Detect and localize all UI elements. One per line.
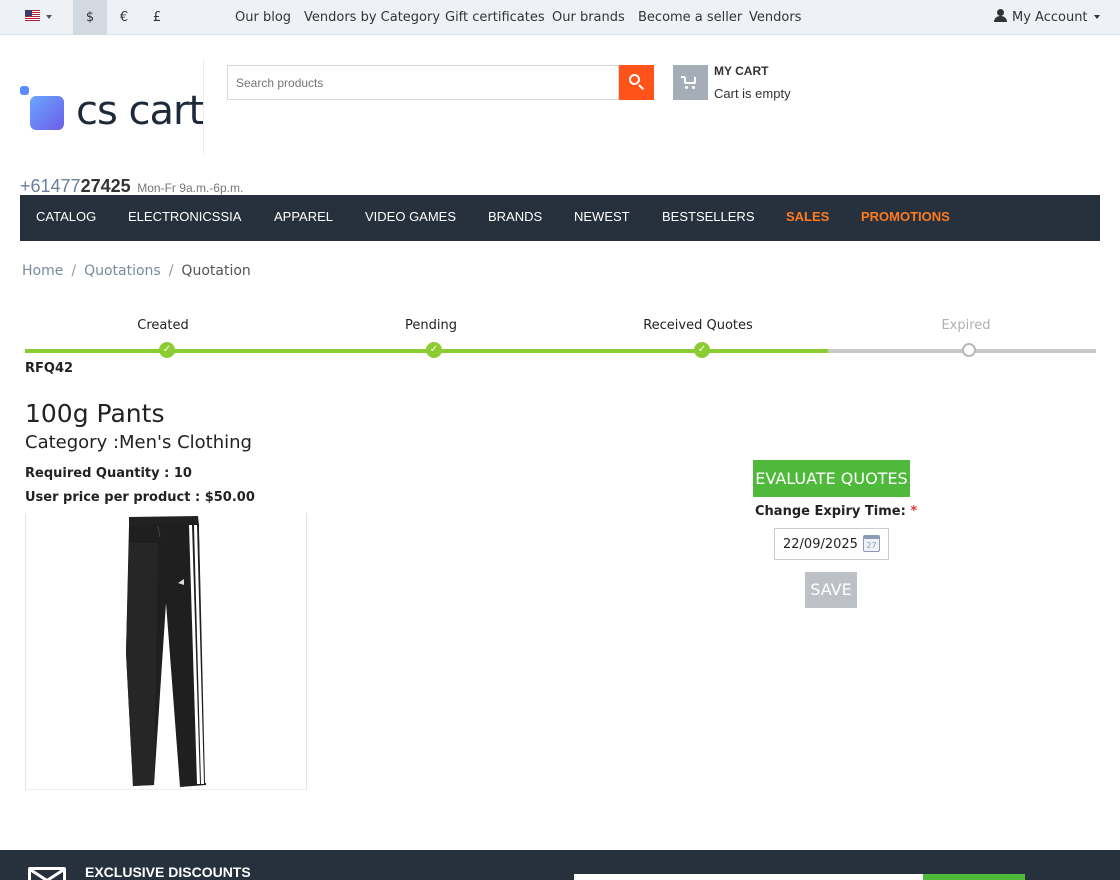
product-image [25,513,307,790]
calendar-icon[interactable]: 27 [863,535,880,552]
breadcrumb-quotations[interactable]: Quotations [84,263,161,279]
menu-item-electronics[interactable]: ELECTRONICSSIA [128,195,241,241]
main-menu: CATALOG ELECTRONICSSIA APPAREL VIDEO GAM… [20,195,1100,241]
divider [203,60,204,155]
newsletter-email-input[interactable] [574,874,923,880]
user-price: User price per product : $50.00 [25,490,255,505]
topbar-link-become-seller[interactable]: Become a seller [638,0,742,35]
topbar-link-vendors-by-category[interactable]: Vendors by Category [304,0,440,35]
search-box [227,65,619,100]
step-label-expired: Expired [941,318,991,333]
chevron-down-icon [1093,15,1100,19]
top-bar: $ € £ Our blog Vendors by Category Gift … [0,0,1120,35]
menu-item-catalog[interactable]: CATALOG [36,195,96,241]
menu-item-sales[interactable]: SALES [786,195,829,241]
breadcrumb-home[interactable]: Home [22,263,63,279]
save-button[interactable]: SAVE [805,572,857,608]
breadcrumb-current: Quotation [181,263,251,279]
my-account-menu[interactable]: My Account [994,0,1100,35]
pending-circle-icon [962,343,976,357]
menu-item-promotions[interactable]: PROMOTIONS [861,195,950,241]
phone-hours: Mon-Fr 9a.m.-6p.m. [137,181,244,195]
topbar-link-vendors[interactable]: Vendors [749,0,801,35]
expiry-date-input[interactable] [775,529,861,559]
breadcrumb: Home / Quotations / Quotation [22,263,251,279]
breadcrumb-separator: / [168,263,174,279]
phone-main: 27425 [80,176,131,196]
expiry-label-text: Change Expiry Time: [755,504,906,519]
cart-title[interactable]: MY CART [714,64,768,78]
pants-image [126,516,207,787]
check-icon: ✓ [426,342,442,358]
rfq-id: RFQ42 [25,361,74,376]
evaluate-quotes-button[interactable]: EVALUATE QUOTES [753,460,910,497]
search-input[interactable] [228,66,618,99]
product-category: Category :Men's Clothing [25,432,252,453]
cart-icon[interactable] [673,65,708,100]
my-account-label: My Account [1012,10,1088,25]
product-title: 100g Pants [25,399,165,428]
newsletter-subscribe-button[interactable] [923,874,1025,880]
search-button[interactable] [619,65,654,100]
step-label-pending: Pending [405,318,457,333]
phone-number: +6147727425 Mon-Fr 9a.m.-6p.m. [20,176,243,197]
cart-status[interactable]: Cart is empty [714,86,791,101]
currency-eur[interactable]: € [107,0,141,35]
topbar-link-brands[interactable]: Our brands [552,0,625,35]
logo[interactable]: cs cart [20,86,205,134]
chevron-down-icon[interactable] [46,15,52,19]
step-label-received-quotes: Received Quotes [643,318,753,333]
topbar-link-blog[interactable]: Our blog [235,0,291,35]
calendar-day: 27 [866,541,877,550]
menu-item-apparel[interactable]: APPAREL [274,195,333,241]
step-label-created: Created [137,318,189,333]
topbar-link-gift-certificates[interactable]: Gift certificates [445,0,545,35]
footer-newsletter: EXCLUSIVE DISCOUNTS [0,850,1120,880]
breadcrumb-separator: / [71,263,77,279]
footer-title: EXCLUSIVE DISCOUNTS [85,864,251,880]
expiry-date-field: 27 [774,528,889,560]
menu-item-bestsellers[interactable]: BESTSELLERS [662,195,755,241]
check-icon: ✓ [159,342,175,358]
expiry-label: Change Expiry Time: * [755,504,917,519]
menu-item-newest[interactable]: NEWEST [574,195,630,241]
search-icon [629,74,640,85]
menu-item-video-games[interactable]: VIDEO GAMES [365,195,456,241]
menu-item-brands[interactable]: BRANDS [488,195,542,241]
user-icon [994,9,1007,22]
required-mark: * [910,504,918,519]
logo-text: cs cart [76,88,204,134]
us-flag-icon[interactable] [25,10,40,21]
check-icon: ✓ [694,342,710,358]
currency-gbp[interactable]: £ [140,0,174,35]
envelope-icon [28,867,66,880]
phone-prefix: +61477 [20,176,81,196]
currency-usd[interactable]: $ [73,0,107,35]
required-quantity: Required Quantity : 10 [25,466,192,481]
